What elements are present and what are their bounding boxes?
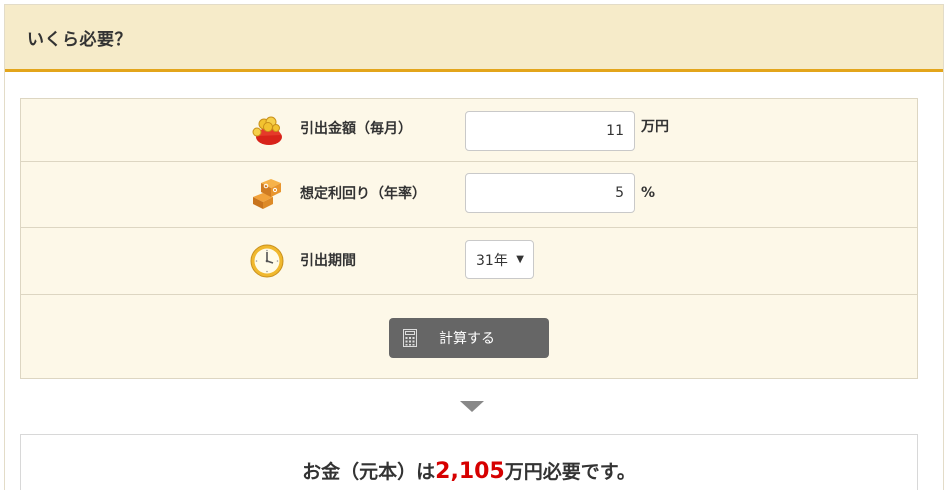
calculate-button-label: 計算する [439, 330, 495, 346]
yield-unit: % [641, 185, 656, 201]
period-row: 引出期間 31年 ▼ [21, 228, 917, 295]
withdrawal-unit: 万円 [641, 119, 669, 135]
input-form: 引出金額（毎月） 万円 想定利回り（年率） % [20, 98, 918, 379]
result-suffix: 万円必要です。 [504, 461, 636, 483]
calculator-icon [403, 329, 417, 347]
arrow-down-icon [460, 401, 484, 412]
period-label: 引出期間 [300, 253, 356, 269]
withdrawal-input[interactable] [465, 111, 635, 151]
withdrawal-label: 引出金額（毎月） [300, 121, 412, 137]
panel-header: いくら必要？ [5, 5, 943, 72]
withdrawal-row: 引出金額（毎月） 万円 [21, 99, 917, 162]
percent-blocks-icon [253, 179, 281, 209]
money-bag-icon [252, 116, 282, 145]
result-box: お金（元本）は2,105万円必要です。 [20, 434, 918, 490]
yield-label: 想定利回り（年率） [300, 186, 426, 202]
yield-input[interactable] [465, 173, 635, 213]
chevron-down-icon: ▼ [516, 254, 524, 265]
clock-icon [250, 244, 284, 278]
result-text: お金（元本）は2,105万円必要です。 [21, 459, 917, 485]
calculate-button[interactable]: 計算する [389, 318, 549, 358]
yield-row: 想定利回り（年率） % [21, 162, 917, 228]
period-select[interactable]: 31年 ▼ [465, 240, 534, 279]
result-prefix: お金（元本）は [302, 461, 436, 483]
panel-title: いくら必要？ [27, 29, 132, 50]
period-selected-value: 31年 [476, 252, 508, 269]
result-amount: 2,105 [435, 459, 505, 484]
